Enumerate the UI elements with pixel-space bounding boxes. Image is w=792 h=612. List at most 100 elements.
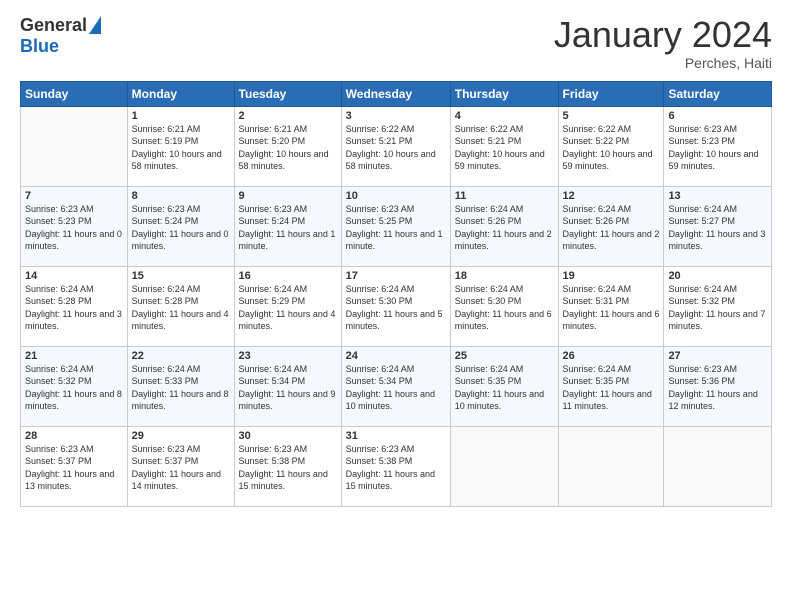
calendar-cell: 3Sunrise: 6:22 AMSunset: 5:21 PMDaylight… — [341, 106, 450, 186]
calendar-cell: 25Sunrise: 6:24 AMSunset: 5:35 PMDayligh… — [450, 346, 558, 426]
calendar-cell — [558, 426, 664, 506]
calendar-cell: 24Sunrise: 6:24 AMSunset: 5:34 PMDayligh… — [341, 346, 450, 426]
day-info: Sunrise: 6:22 AMSunset: 5:22 PMDaylight:… — [563, 123, 660, 173]
day-of-week-header: Monday — [127, 81, 234, 106]
day-info: Sunrise: 6:24 AMSunset: 5:28 PMDaylight:… — [132, 283, 230, 333]
day-number: 11 — [455, 190, 554, 202]
calendar-cell: 6Sunrise: 6:23 AMSunset: 5:23 PMDaylight… — [664, 106, 772, 186]
day-number: 26 — [563, 350, 660, 362]
day-info: Sunrise: 6:22 AMSunset: 5:21 PMDaylight:… — [346, 123, 446, 173]
day-info: Sunrise: 6:24 AMSunset: 5:31 PMDaylight:… — [563, 283, 660, 333]
day-info: Sunrise: 6:23 AMSunset: 5:36 PMDaylight:… — [668, 363, 767, 413]
calendar-cell: 14Sunrise: 6:24 AMSunset: 5:28 PMDayligh… — [21, 266, 128, 346]
calendar-cell: 30Sunrise: 6:23 AMSunset: 5:38 PMDayligh… — [234, 426, 341, 506]
day-number: 14 — [25, 270, 123, 282]
logo: General Blue — [20, 15, 101, 57]
day-number: 31 — [346, 430, 446, 442]
day-number: 30 — [239, 430, 337, 442]
day-number: 16 — [239, 270, 337, 282]
calendar-cell: 15Sunrise: 6:24 AMSunset: 5:28 PMDayligh… — [127, 266, 234, 346]
day-of-week-header: Friday — [558, 81, 664, 106]
day-info: Sunrise: 6:24 AMSunset: 5:26 PMDaylight:… — [563, 203, 660, 253]
calendar-cell: 2Sunrise: 6:21 AMSunset: 5:20 PMDaylight… — [234, 106, 341, 186]
calendar-cell: 1Sunrise: 6:21 AMSunset: 5:19 PMDaylight… — [127, 106, 234, 186]
day-info: Sunrise: 6:24 AMSunset: 5:35 PMDaylight:… — [563, 363, 660, 413]
day-number: 13 — [668, 190, 767, 202]
calendar-cell: 17Sunrise: 6:24 AMSunset: 5:30 PMDayligh… — [341, 266, 450, 346]
day-of-week-header: Thursday — [450, 81, 558, 106]
calendar-week-row: 1Sunrise: 6:21 AMSunset: 5:19 PMDaylight… — [21, 106, 772, 186]
day-info: Sunrise: 6:24 AMSunset: 5:29 PMDaylight:… — [239, 283, 337, 333]
day-info: Sunrise: 6:23 AMSunset: 5:24 PMDaylight:… — [132, 203, 230, 253]
day-number: 19 — [563, 270, 660, 282]
day-info: Sunrise: 6:23 AMSunset: 5:23 PMDaylight:… — [668, 123, 767, 173]
day-number: 8 — [132, 190, 230, 202]
day-info: Sunrise: 6:23 AMSunset: 5:38 PMDaylight:… — [239, 443, 337, 493]
day-info: Sunrise: 6:24 AMSunset: 5:30 PMDaylight:… — [455, 283, 554, 333]
calendar-cell: 5Sunrise: 6:22 AMSunset: 5:22 PMDaylight… — [558, 106, 664, 186]
location-subtitle: Perches, Haiti — [554, 55, 772, 71]
calendar-cell: 22Sunrise: 6:24 AMSunset: 5:33 PMDayligh… — [127, 346, 234, 426]
calendar-cell: 7Sunrise: 6:23 AMSunset: 5:23 PMDaylight… — [21, 186, 128, 266]
day-info: Sunrise: 6:22 AMSunset: 5:21 PMDaylight:… — [455, 123, 554, 173]
day-number: 5 — [563, 110, 660, 122]
calendar-week-row: 21Sunrise: 6:24 AMSunset: 5:32 PMDayligh… — [21, 346, 772, 426]
day-info: Sunrise: 6:23 AMSunset: 5:38 PMDaylight:… — [346, 443, 446, 493]
calendar-cell: 10Sunrise: 6:23 AMSunset: 5:25 PMDayligh… — [341, 186, 450, 266]
calendar-cell: 8Sunrise: 6:23 AMSunset: 5:24 PMDaylight… — [127, 186, 234, 266]
day-info: Sunrise: 6:24 AMSunset: 5:33 PMDaylight:… — [132, 363, 230, 413]
calendar-week-row: 14 Sunrise: 6:24 AMSunset: 5:28 PMDayligh… — [21, 266, 772, 346]
calendar-cell — [664, 426, 772, 506]
calendar-cell: 11Sunrise: 6:24 AMSunset: 5:26 PMDayligh… — [450, 186, 558, 266]
calendar-cell: 19Sunrise: 6:24 AMSunset: 5:31 PMDayligh… — [558, 266, 664, 346]
day-number: 6 — [668, 110, 767, 122]
logo-blue-text: Blue — [20, 36, 59, 57]
day-number: 3 — [346, 110, 446, 122]
calendar-cell: 27Sunrise: 6:23 AMSunset: 5:36 PMDayligh… — [664, 346, 772, 426]
calendar-week-row: 7Sunrise: 6:23 AMSunset: 5:23 PMDaylight… — [21, 186, 772, 266]
calendar-header-row: SundayMondayTuesdayWednesdayThursdayFrid… — [21, 81, 772, 106]
calendar-cell: 29Sunrise: 6:23 AMSunset: 5:37 PMDayligh… — [127, 426, 234, 506]
day-number: 1 — [132, 110, 230, 122]
calendar-cell: 13Sunrise: 6:24 AMSunset: 5:27 PMDayligh… — [664, 186, 772, 266]
page: General Blue January 2024 Perches, Haiti… — [0, 0, 792, 612]
day-info: Sunrise: 6:24 AMSunset: 5:27 PMDaylight:… — [668, 203, 767, 253]
day-info: Sunrise: 6:23 AMSunset: 5:24 PMDaylight:… — [239, 203, 337, 253]
calendar-cell: 9Sunrise: 6:23 AMSunset: 5:24 PMDaylight… — [234, 186, 341, 266]
day-info: Sunrise: 6:24 AMSunset: 5:32 PMDaylight:… — [668, 283, 767, 333]
day-number: 24 — [346, 350, 446, 362]
day-info: Sunrise: 6:23 AMSunset: 5:37 PMDaylight:… — [25, 443, 123, 493]
calendar-cell: 20Sunrise: 6:24 AMSunset: 5:32 PMDayligh… — [664, 266, 772, 346]
day-number: 4 — [455, 110, 554, 122]
day-number: 7 — [25, 190, 123, 202]
day-number: 17 — [346, 270, 446, 282]
day-number: 25 — [455, 350, 554, 362]
day-info: Sunrise: 6:21 AMSunset: 5:20 PMDaylight:… — [239, 123, 337, 173]
day-number: 18 — [455, 270, 554, 282]
calendar-table: SundayMondayTuesdayWednesdayThursdayFrid… — [20, 81, 772, 507]
day-number: 20 — [668, 270, 767, 282]
day-info: Sunrise: 6:24 AMSunset: 5:32 PMDaylight:… — [25, 363, 123, 413]
calendar-cell: 31Sunrise: 6:23 AMSunset: 5:38 PMDayligh… — [341, 426, 450, 506]
calendar-cell: 23Sunrise: 6:24 AMSunset: 5:34 PMDayligh… — [234, 346, 341, 426]
day-number: 15 — [132, 270, 230, 282]
day-info: Sunrise: 6:24 AMSunset: 5:34 PMDaylight:… — [239, 363, 337, 413]
day-number: 27 — [668, 350, 767, 362]
day-number: 28 — [25, 430, 123, 442]
calendar-cell: 28Sunrise: 6:23 AMSunset: 5:37 PMDayligh… — [21, 426, 128, 506]
month-year-title: January 2024 — [554, 15, 772, 55]
logo-general-text: General — [20, 15, 87, 36]
day-info: Sunrise: 6:23 AMSunset: 5:37 PMDaylight:… — [132, 443, 230, 493]
day-of-week-header: Saturday — [664, 81, 772, 106]
day-of-week-header: Sunday — [21, 81, 128, 106]
day-number: 9 — [239, 190, 337, 202]
day-number: 21 — [25, 350, 123, 362]
day-info: Sunrise: 6:21 AMSunset: 5:19 PMDaylight:… — [132, 123, 230, 173]
calendar-cell — [450, 426, 558, 506]
day-number: 29 — [132, 430, 230, 442]
title-section: January 2024 Perches, Haiti — [554, 15, 772, 71]
day-info: Sunrise: 6:24 AMSunset: 5:34 PMDaylight:… — [346, 363, 446, 413]
day-info: Sunrise: 6:23 AMSunset: 5:23 PMDaylight:… — [25, 203, 123, 253]
day-info: Sunrise: 6:24 AMSunset: 5:30 PMDaylight:… — [346, 283, 446, 333]
calendar-cell: 16Sunrise: 6:24 AMSunset: 5:29 PMDayligh… — [234, 266, 341, 346]
